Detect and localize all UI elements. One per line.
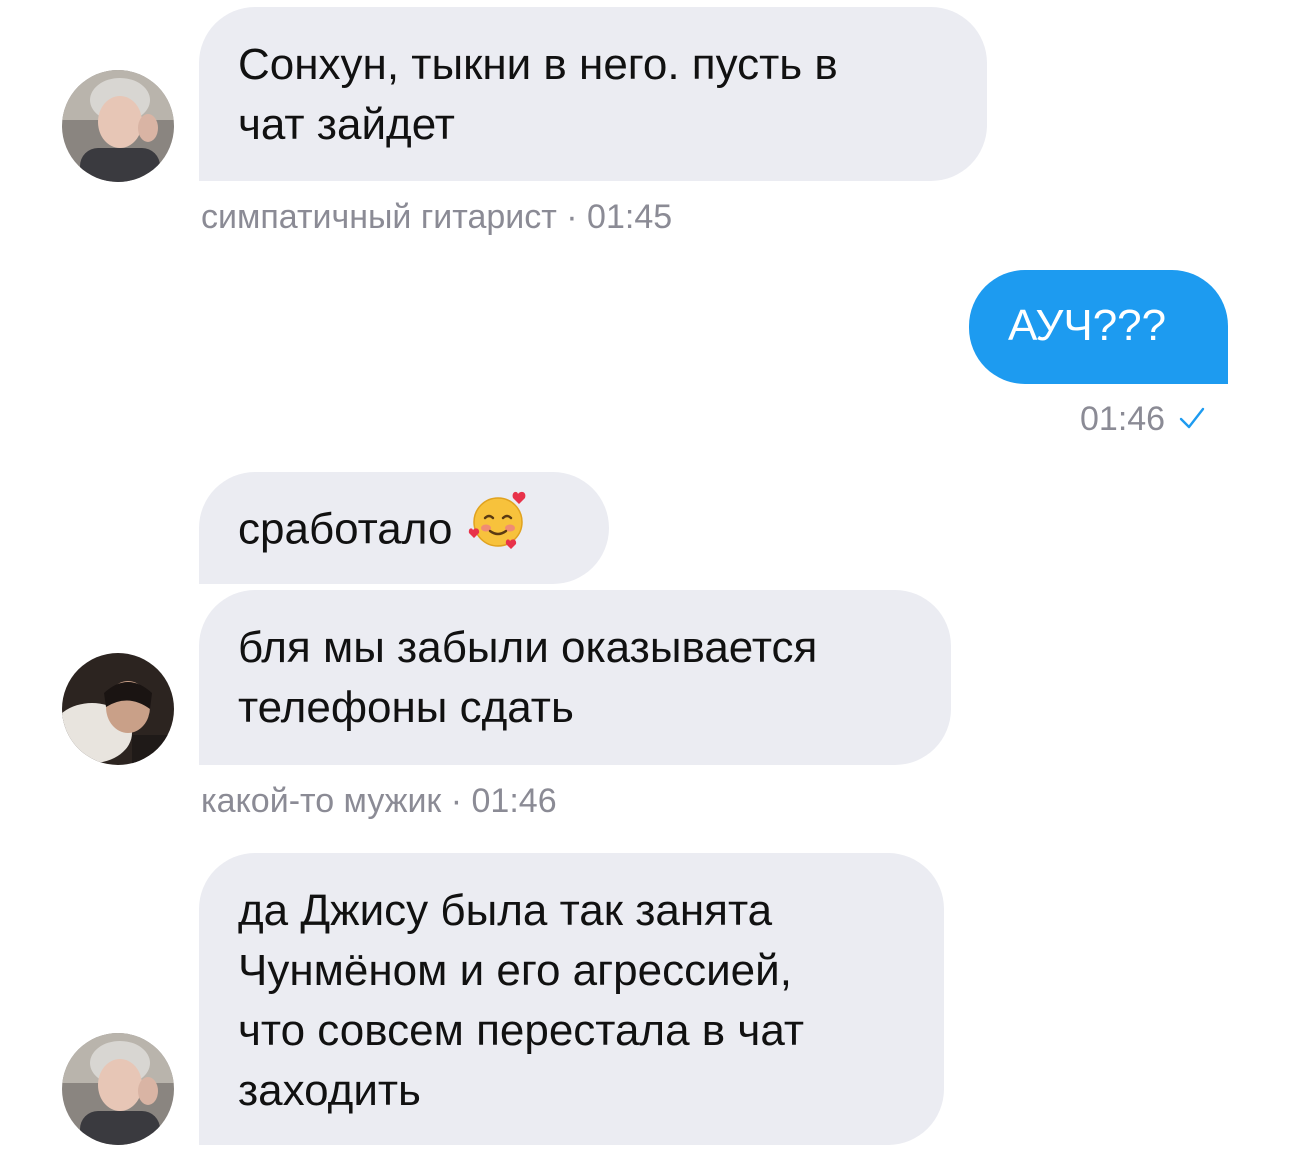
message-text-line: Чунмёном и его агрессией, [238, 946, 792, 995]
checkmark-icon [1179, 399, 1205, 439]
message-bubble-incoming[interactable]: Сонхун, тыкни в него. пусть в чат зайдет [199, 7, 987, 181]
avatar-photo-icon [62, 653, 174, 765]
message-text-line: телефоны сдать [238, 683, 574, 732]
message-time: 01:46 [1080, 400, 1166, 438]
smiling-face-with-hearts-icon [466, 490, 530, 568]
message-text-line: чат зайдет [238, 100, 455, 149]
message-status: 01:46 [1080, 399, 1205, 439]
message-bubble-incoming[interactable]: бля мы забыли оказывается телефоны сдать [199, 590, 951, 765]
message-text-line: Сонхун, тыкни в него. пусть в [238, 40, 838, 89]
message-text-line: заходить [238, 1066, 421, 1115]
message-bubble-incoming[interactable]: да Джису была так занята Чунмёном и его … [199, 853, 944, 1145]
avatar-photo-icon [62, 1033, 174, 1145]
message-meta: симпатичный гитарист · 01:45 [201, 198, 673, 236]
avatar[interactable] [62, 653, 174, 765]
message-text-line: бля мы забыли оказывается [238, 623, 818, 672]
message-bubble-outgoing[interactable]: АУЧ??? [969, 270, 1228, 384]
avatar[interactable] [62, 70, 174, 182]
message-text-line: что совсем перестала в чат [238, 1006, 804, 1055]
avatar[interactable] [62, 1033, 174, 1145]
message-text-line: да Джису была так занята [238, 886, 773, 935]
message-bubble-incoming[interactable]: сработало [199, 472, 609, 584]
avatar-photo-icon [62, 70, 174, 182]
message-text: АУЧ??? [1008, 301, 1167, 350]
message-meta: какой-то мужик · 01:46 [201, 782, 557, 820]
message-text: сработало [238, 504, 453, 554]
